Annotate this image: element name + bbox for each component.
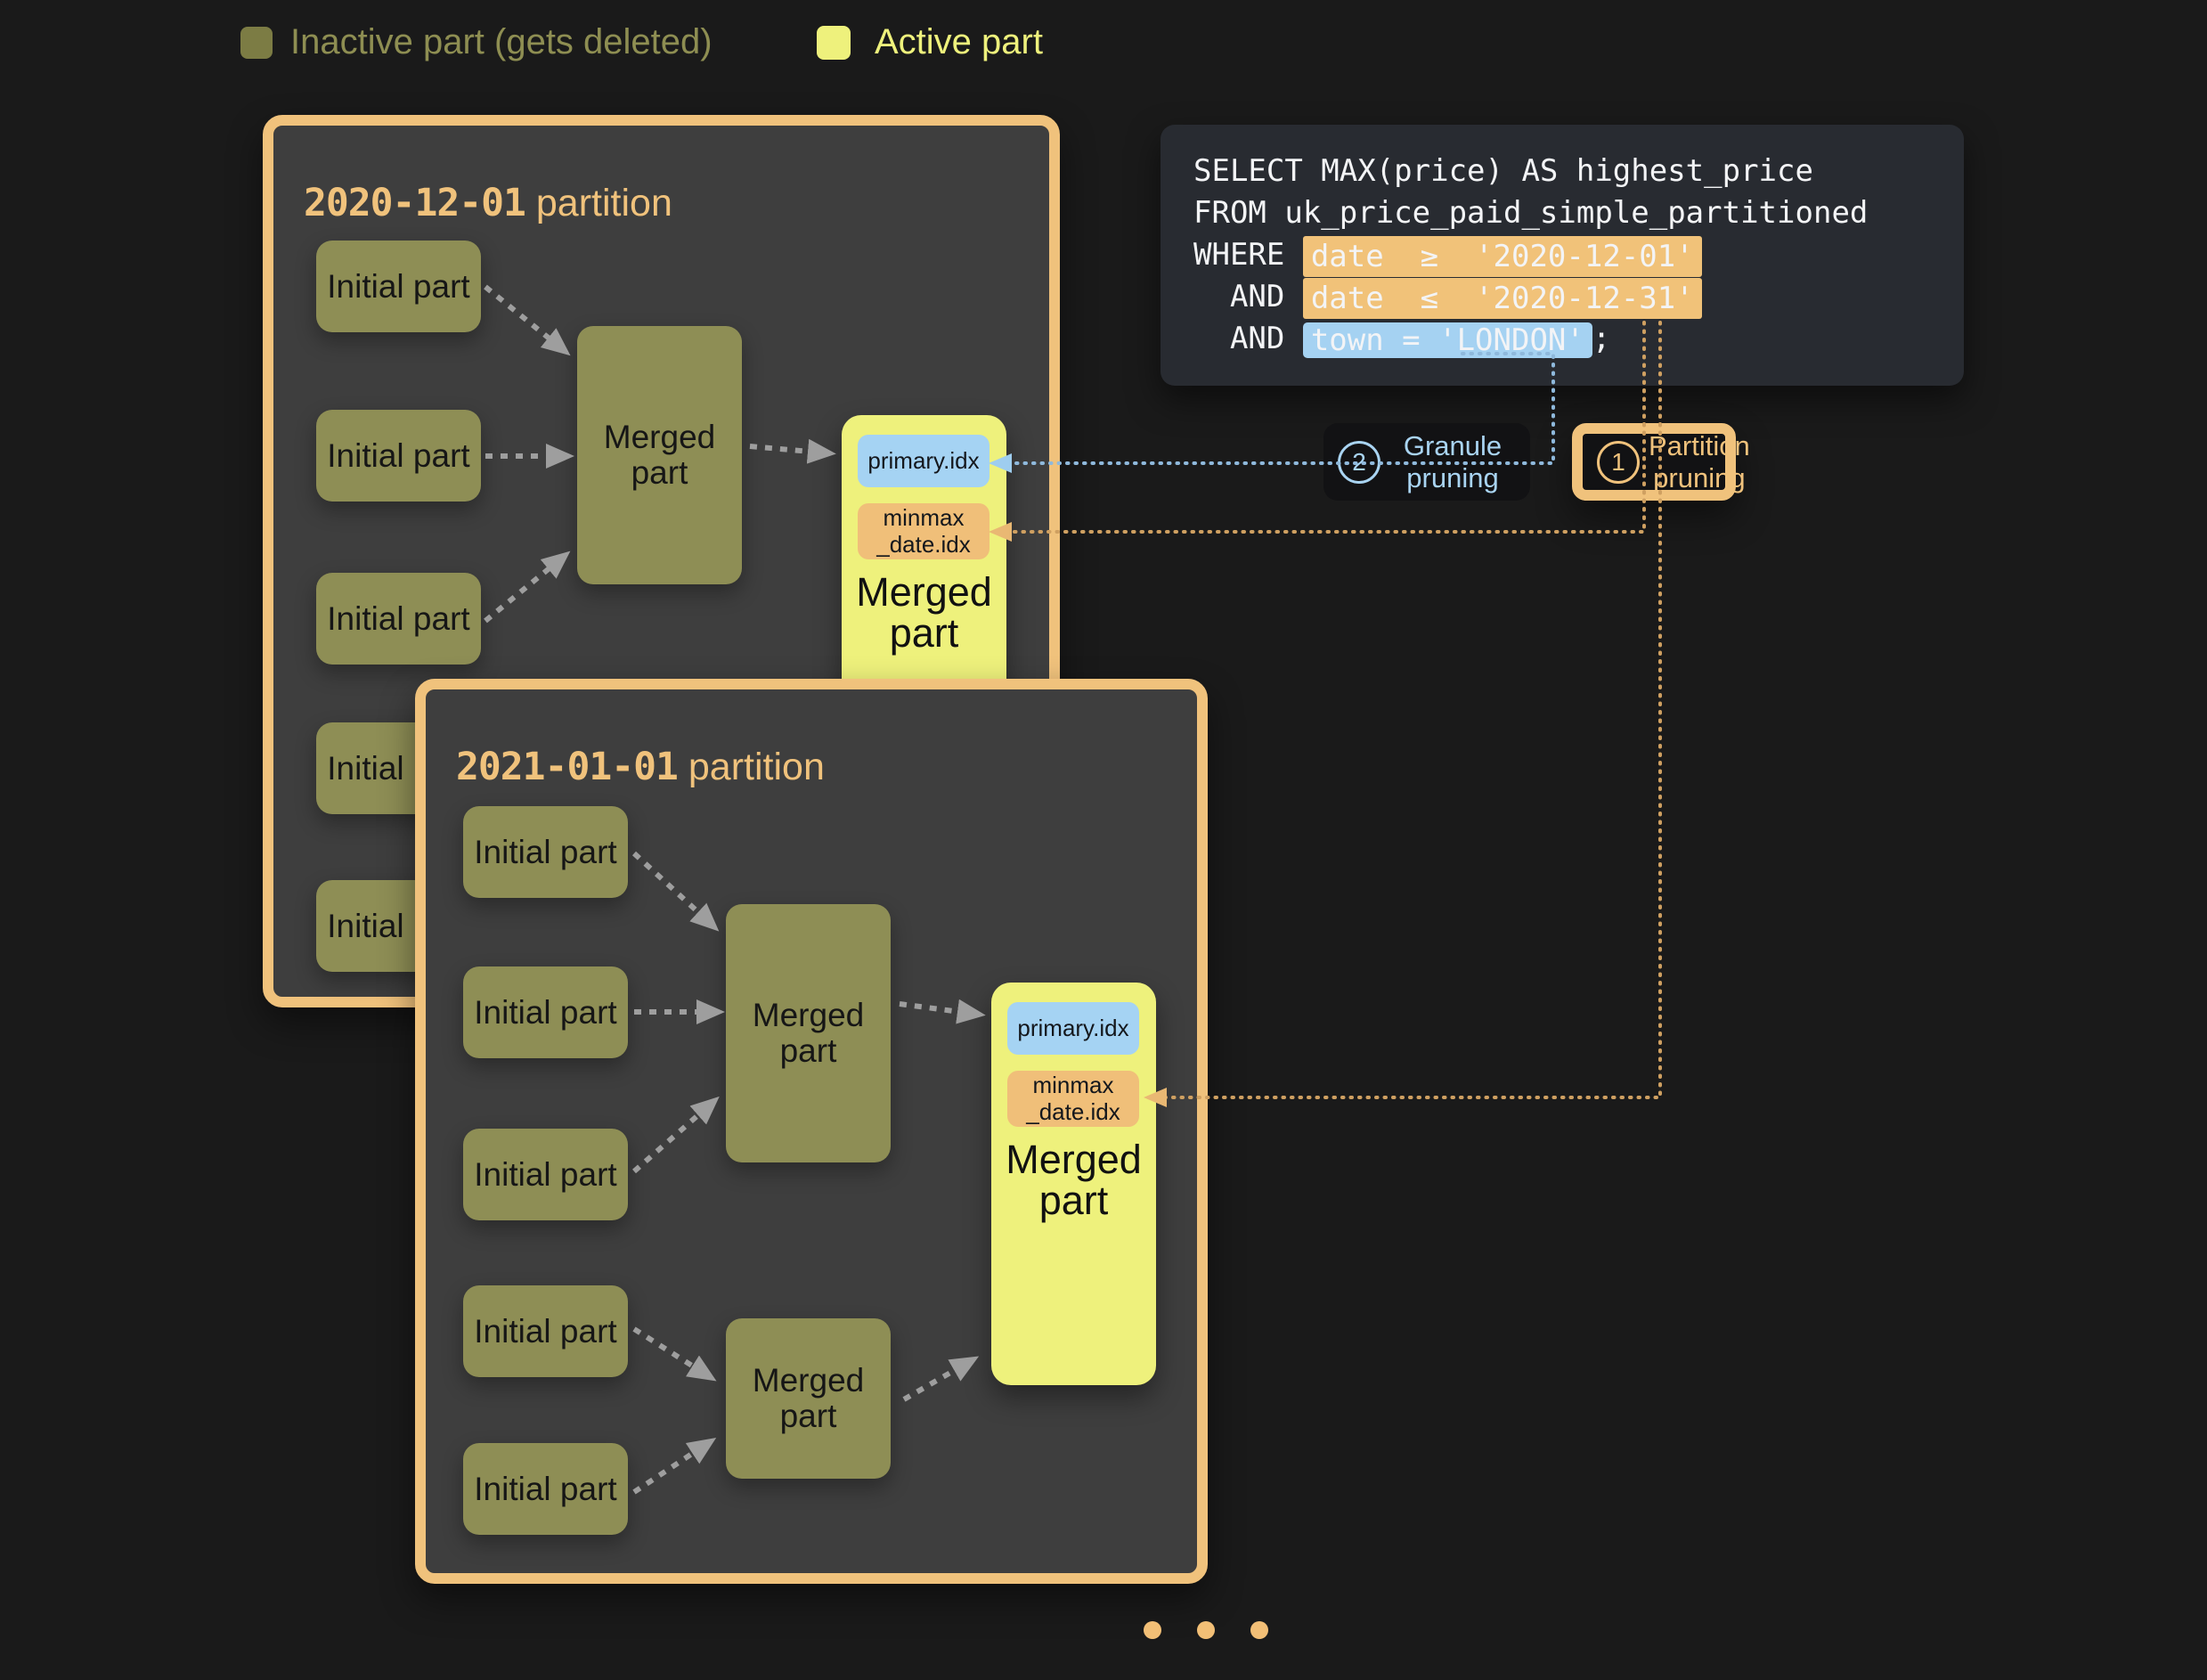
slide-canvas: Inactive part (gets deleted) Active part…	[0, 0, 2207, 1680]
merged-part-inactive: Merged part	[726, 1318, 891, 1479]
minmax-date-idx-chip: minmax _date.idx	[858, 503, 989, 559]
initial-part-label: Initial part	[474, 995, 616, 1031]
active-merged-part-2021: primary.idx minmax _date.idx Merged part	[991, 983, 1156, 1385]
granule-pruning-label: Granulepruning	[1389, 430, 1516, 494]
partition-pruning-badge: 1 Partitionpruning	[1572, 423, 1736, 501]
initial-part-label: Initial part	[474, 1472, 616, 1507]
merged-part-label: Merged part	[726, 998, 891, 1068]
active-merged-part-label: Merged part	[842, 572, 1006, 655]
merged-part-inactive: Merged part	[726, 904, 891, 1162]
minmax-date-idx-chip: minmax _date.idx	[1007, 1071, 1139, 1127]
initial-part: Initial part	[316, 573, 481, 665]
active-part-swatch	[817, 26, 851, 60]
minmax-idx-label: minmax _date.idx	[876, 505, 971, 557]
initial-part: Initial part	[463, 806, 628, 898]
pagination-dot-1[interactable]	[1144, 1621, 1161, 1639]
inactive-part-legend-label: Inactive part (gets deleted)	[290, 22, 713, 61]
sql-line-from: FROM uk_price_paid_simple_partitioned	[1193, 192, 1964, 234]
inactive-part-swatch	[240, 27, 273, 59]
primary-idx-chip: primary.idx	[1007, 1002, 1139, 1055]
initial-part-label: Initial part	[474, 1314, 616, 1350]
sql-line-and-town: AND town = 'LONDON';	[1193, 318, 1964, 360]
partition-2-suffix: partition	[688, 746, 825, 788]
sql-line-select: SELECT MAX(price) AS highest_price	[1193, 151, 1964, 192]
granule-pruning-badge: 2 Granulepruning	[1323, 423, 1530, 501]
pagination-dot-3[interactable]	[1250, 1621, 1268, 1639]
sql-line-where: WHERE date ≥ '2020-12-01'	[1193, 234, 1964, 276]
partition-1-suffix: partition	[536, 182, 672, 224]
primary-idx-label: primary.idx	[867, 448, 979, 474]
merged-part-inactive: Merged part	[577, 326, 742, 584]
date-lte-highlight: date ≤ '2020-12-31'	[1303, 278, 1702, 319]
initial-part: Initial part	[463, 966, 628, 1058]
partition-2-date: 2021-01-01	[456, 745, 678, 789]
initial-part-label: Initial part	[327, 601, 469, 637]
granule-pruning-number: 2	[1338, 441, 1380, 484]
primary-idx-chip: primary.idx	[858, 435, 989, 487]
date-gte-highlight: date ≥ '2020-12-01'	[1303, 236, 1702, 277]
partition-1-date: 2020-12-01	[304, 181, 525, 225]
initial-part: Initial part	[316, 410, 481, 502]
minmax-idx-label: minmax _date.idx	[1026, 1072, 1120, 1124]
initial-part: Initial part	[463, 1285, 628, 1377]
pagination-dot-2[interactable]	[1197, 1621, 1215, 1639]
partition-pruning-number: 1	[1597, 441, 1640, 484]
active-merged-part-label: Merged part	[991, 1139, 1156, 1222]
initial-part-label: Initial part	[327, 269, 469, 305]
sql-line-and-date: AND date ≤ '2020-12-31'	[1193, 276, 1964, 318]
initial-part-label: Initial part	[474, 835, 616, 870]
merged-part-label: Merged part	[726, 1363, 891, 1433]
initial-part: Initial part	[463, 1443, 628, 1535]
town-highlight: town = 'LONDON'	[1303, 322, 1592, 358]
sql-query-box: SELECT MAX(price) AS highest_price FROM …	[1161, 125, 1964, 386]
partition-pruning-label: Partitionpruning	[1649, 430, 1750, 494]
active-part-legend-label: Active part	[875, 22, 1043, 61]
partition-2-title: 2021-01-01partition	[456, 745, 825, 789]
initial-part-label: Initial part	[474, 1157, 616, 1193]
initial-part: Initial part	[463, 1129, 628, 1220]
primary-idx-label: primary.idx	[1017, 1015, 1128, 1041]
initial-part-label: Initial part	[327, 438, 469, 474]
partition-1-title: 2020-12-01 partition	[304, 181, 672, 225]
initial-part: Initial part	[316, 241, 481, 332]
merged-part-label: Merged part	[577, 420, 742, 490]
